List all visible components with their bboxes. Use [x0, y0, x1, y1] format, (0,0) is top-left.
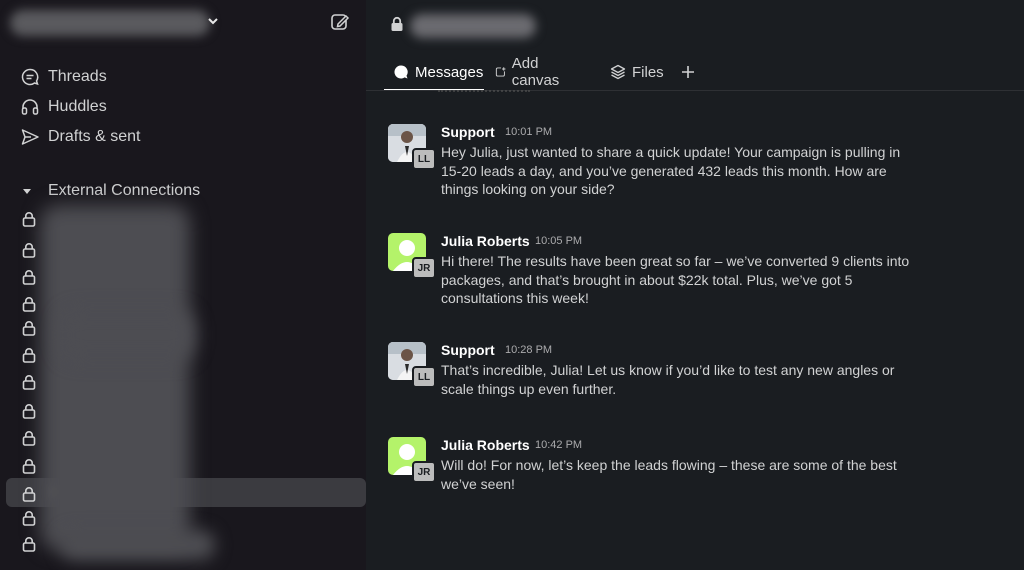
nav-threads[interactable]: Threads [20, 65, 107, 89]
section-title: External Connections [48, 182, 201, 199]
avatar-badge: LL [412, 148, 436, 170]
add-tab-button[interactable] [680, 56, 702, 88]
tab-files-label: Files [632, 63, 664, 81]
channel-item[interactable] [22, 508, 362, 528]
channel-item[interactable] [22, 267, 362, 287]
lock-icon [22, 375, 36, 390]
channel-item[interactable] [22, 484, 362, 504]
message-bubble-icon [394, 65, 408, 79]
lock-icon [22, 404, 36, 419]
message-timestamp[interactable]: 10:01 PM [505, 126, 552, 138]
conversation-pane: Messages Add canvas Files LL Support 10:01 [366, 0, 1024, 570]
workspace-header[interactable] [8, 8, 358, 38]
lock-icon [22, 297, 36, 312]
workspace-name-redacted[interactable] [10, 10, 210, 36]
lock-icon [22, 537, 36, 552]
lock-icon [22, 511, 36, 526]
lock-icon [22, 212, 36, 227]
nav-drafts-sent-label: Drafts & sent [48, 128, 141, 145]
message-timestamp[interactable]: 10:42 PM [535, 439, 582, 451]
avatar[interactable]: JR [388, 437, 436, 483]
compose-icon[interactable] [330, 12, 350, 32]
headphones-icon [21, 99, 39, 115]
message-timestamp[interactable]: 10:28 PM [505, 344, 552, 356]
sender-name[interactable]: Support [441, 342, 495, 358]
channel-item[interactable] [22, 428, 362, 448]
channel-item[interactable] [22, 456, 362, 476]
avatar[interactable]: LL [388, 124, 436, 170]
lock-icon [22, 348, 36, 363]
message-text: Hi there! The results have been great so… [441, 253, 910, 306]
avatar-badge: JR [412, 257, 436, 279]
avatar[interactable]: LL [388, 342, 436, 388]
avatar-badge: LL [412, 366, 436, 388]
caret-down-icon [23, 189, 31, 194]
lock-icon [22, 431, 36, 446]
avatar-badge: JR [412, 461, 436, 483]
sidebar: Threads Huddles Drafts & sent External C… [0, 0, 366, 570]
channel-item[interactable] [22, 294, 362, 314]
send-icon [21, 129, 39, 145]
channel-item[interactable] [22, 401, 362, 421]
sender-name[interactable]: Support [441, 124, 495, 140]
message-timestamp[interactable]: 10:05 PM [535, 235, 582, 247]
channel-item[interactable] [22, 209, 362, 229]
nav-huddles[interactable]: Huddles [20, 95, 107, 119]
lock-icon [22, 270, 36, 285]
channel-item[interactable] [22, 534, 362, 554]
nav-huddles-label: Huddles [48, 98, 107, 115]
scrolled-content-fragment [438, 84, 530, 92]
lock-icon [391, 16, 403, 31]
lock-icon [22, 243, 36, 258]
files-stack-icon [610, 64, 626, 80]
tab-messages-label: Messages [415, 63, 484, 81]
threads-icon [21, 68, 39, 86]
message-text: That’s incredible, Julia! Let us know if… [441, 362, 895, 397]
lock-icon [22, 487, 36, 502]
add-canvas-icon [495, 67, 506, 77]
channel-item[interactable] [22, 240, 362, 260]
lock-icon [22, 321, 36, 336]
sender-name[interactable]: Julia Roberts [441, 437, 530, 453]
message-text: Will do! For now, let’s keep the leads f… [441, 457, 897, 492]
nav-drafts-sent[interactable]: Drafts & sent [20, 125, 140, 149]
lock-icon [22, 459, 36, 474]
channel-item[interactable] [22, 318, 362, 338]
plus-icon [682, 66, 694, 78]
channel-name-redacted[interactable] [410, 14, 536, 38]
sender-name[interactable]: Julia Roberts [441, 233, 530, 249]
tab-files[interactable]: Files [610, 56, 664, 88]
channel-item[interactable] [22, 345, 362, 365]
chevron-down-icon[interactable] [206, 14, 220, 28]
nav-threads-label: Threads [48, 68, 107, 85]
avatar[interactable]: JR [388, 233, 436, 279]
section-external-connections[interactable]: External Connections [22, 180, 200, 202]
channel-item[interactable] [22, 372, 362, 392]
message-text: Hey Julia, just wanted to share a quick … [441, 144, 901, 197]
